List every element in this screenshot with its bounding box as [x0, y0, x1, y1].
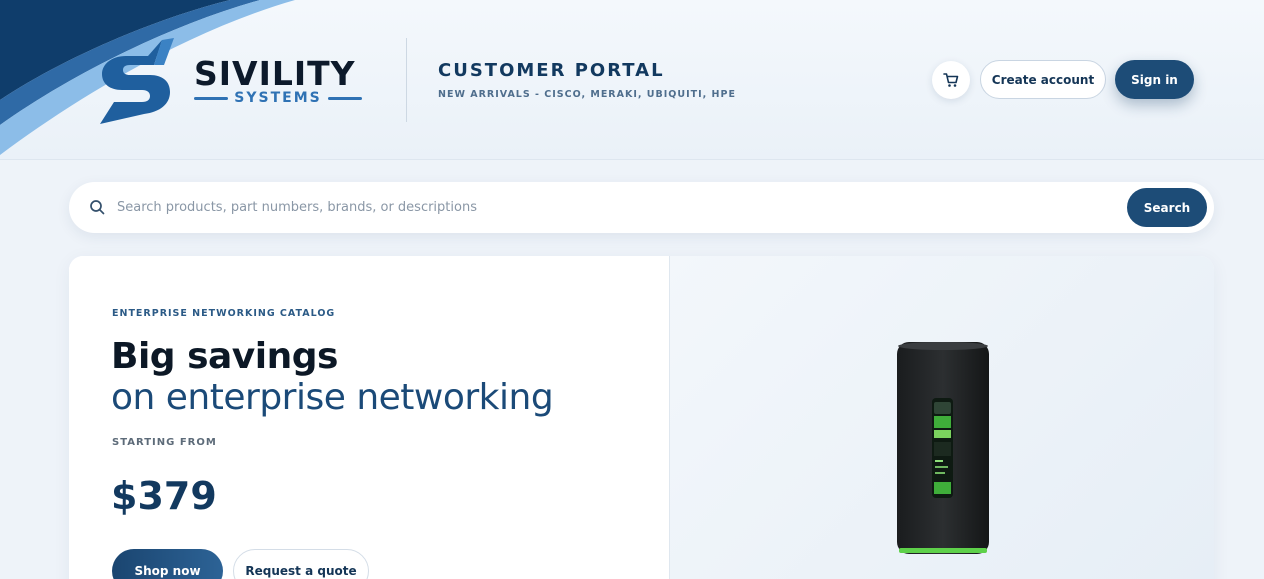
cart-button[interactable]: [932, 61, 970, 99]
sign-in-button[interactable]: Sign in: [1115, 60, 1194, 99]
search-bar: Search: [69, 182, 1214, 233]
hero-banner: ENTERPRISE NETWORKING CATALOG Big saving…: [69, 256, 1214, 579]
hero-image-panel: [669, 256, 1214, 579]
create-account-button[interactable]: Create account: [980, 60, 1106, 99]
search-icon: [90, 200, 105, 215]
brand-name: SIVILITY: [194, 54, 356, 93]
header-divider: [406, 38, 407, 122]
request-quote-button[interactable]: Request a quote: [233, 549, 369, 579]
logo-lightning-s-icon: [100, 38, 174, 124]
cart-icon: [943, 73, 959, 87]
router-product-image: [897, 342, 989, 554]
hero-text-panel: ENTERPRISE NETWORKING CATALOG Big saving…: [69, 256, 669, 579]
hero-subheadline: on enterprise networking: [111, 377, 554, 418]
hero-kicker: ENTERPRISE NETWORKING CATALOG: [112, 308, 336, 319]
brand-rule-left: [194, 96, 229, 100]
hero-price: $379: [111, 474, 217, 518]
site-header: SIVILITY SYSTEMS CUSTOMER PORTAL NEW ARR…: [0, 0, 1264, 160]
brand-logo[interactable]: SIVILITY SYSTEMS: [92, 34, 382, 130]
portal-subtitle: NEW ARRIVALS - CISCO, MERAKI, UBIQUITI, …: [438, 89, 736, 100]
hero-headline: Big savings: [111, 336, 338, 377]
brand-subname-row: SYSTEMS: [194, 90, 362, 106]
starting-from-label: STARTING FROM: [112, 437, 217, 448]
brand-subname: SYSTEMS: [234, 90, 322, 106]
portal-title: CUSTOMER PORTAL: [438, 60, 665, 81]
search-input[interactable]: [117, 192, 1117, 223]
shop-now-button[interactable]: Shop now: [112, 549, 223, 579]
search-button[interactable]: Search: [1127, 188, 1207, 227]
brand-rule-right: [327, 96, 362, 100]
